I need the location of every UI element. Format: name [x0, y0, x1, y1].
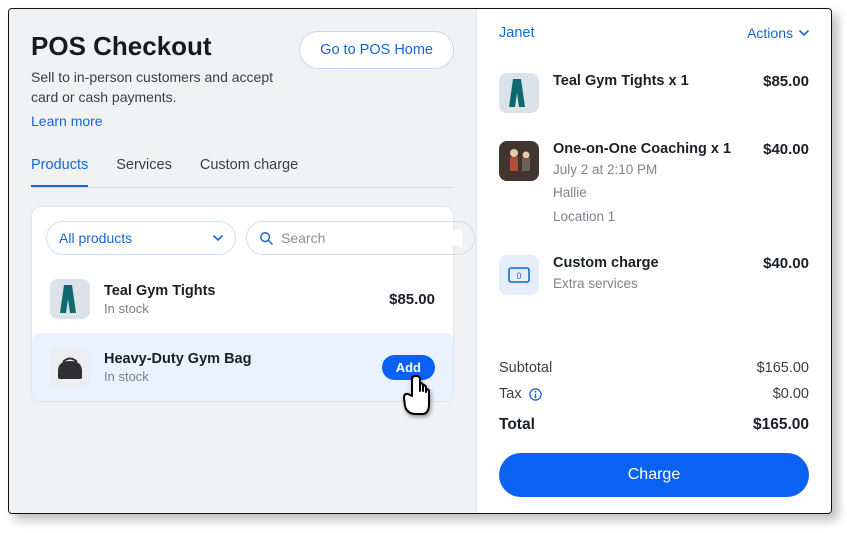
product-name: Heavy-Duty Gym Bag	[104, 351, 251, 367]
learn-more-link[interactable]: Learn more	[31, 113, 103, 129]
total-value: $165.00	[753, 416, 809, 434]
product-stock: In stock	[104, 369, 251, 384]
subtotal-row: Subtotal $165.00	[499, 355, 809, 381]
cart-item-price: $40.00	[763, 141, 809, 227]
cart-item[interactable]: One-on-One Coaching x 1 July 2 at 2:10 P…	[499, 127, 809, 241]
cart-item[interactable]: 0 Custom charge Extra services $40.00	[499, 241, 809, 309]
cart-item-info: Teal Gym Tights x 1	[553, 73, 749, 113]
product-name: Teal Gym Tights	[104, 283, 215, 299]
info-icon[interactable]	[529, 388, 542, 401]
products-panel: All products	[31, 206, 454, 402]
cart-item-thumb: 0	[499, 255, 539, 295]
coaching-image-icon	[499, 141, 539, 181]
left-panel: POS Checkout Sell to in-person customers…	[9, 9, 476, 513]
page-title: POS Checkout	[31, 31, 291, 62]
bag-image-icon	[50, 347, 90, 387]
product-row[interactable]: Teal Gym Tights In stock $85.00	[46, 265, 439, 333]
cart-item-datetime: July 2 at 2:10 PM	[553, 160, 749, 180]
tabs: Products Services Custom charge	[31, 157, 454, 188]
product-filter-label: All products	[59, 230, 132, 246]
cart-item-staff: Hallie	[553, 183, 749, 203]
cart-item[interactable]: Teal Gym Tights x 1 $85.00	[499, 59, 809, 127]
search-icon	[259, 231, 273, 245]
cart-item-price: $85.00	[763, 73, 809, 113]
page-subtitle: Sell to in-person customers and accept c…	[31, 68, 291, 107]
product-info: Heavy-Duty Gym Bag In stock	[104, 351, 251, 384]
product-row[interactable]: Heavy-Duty Gym Bag In stock Add	[32, 333, 453, 401]
filter-row: All products	[46, 221, 439, 255]
tax-row: Tax $0.00	[499, 381, 809, 407]
cart-item-title: Custom charge	[553, 255, 749, 271]
right-panel: Janet Actions Teal Gym Tights x 1 $85.00	[476, 9, 831, 513]
cart-items: Teal Gym Tights x 1 $85.00 One-on-One Co…	[499, 59, 809, 309]
pos-checkout-app: POS Checkout Sell to in-person customers…	[8, 8, 832, 514]
search-input[interactable]	[281, 230, 462, 246]
product-info: Teal Gym Tights In stock	[104, 283, 215, 316]
totals-section: Subtotal $165.00 Tax $0.00 Total $165.00	[499, 345, 809, 497]
subtotal-value: $165.00	[757, 360, 809, 376]
cart-item-note: Extra services	[553, 274, 749, 294]
header-text: POS Checkout Sell to in-person customers…	[31, 31, 291, 131]
custom-charge-icon: 0	[508, 267, 530, 283]
product-stock: In stock	[104, 301, 215, 316]
cart-item-location: Location 1	[553, 207, 749, 227]
add-product-button[interactable]: Add	[382, 355, 435, 380]
go-to-pos-home-button[interactable]: Go to POS Home	[299, 31, 454, 69]
cart-item-title: One-on-One Coaching x 1	[553, 141, 749, 157]
actions-menu[interactable]: Actions	[747, 25, 809, 41]
charge-button[interactable]: Charge	[499, 453, 809, 497]
tab-services[interactable]: Services	[116, 157, 172, 187]
cart-item-thumb	[499, 141, 539, 181]
product-list: Teal Gym Tights In stock $85.00	[46, 265, 439, 401]
cart-item-title: Teal Gym Tights x 1	[553, 73, 749, 89]
chevron-down-icon	[799, 28, 809, 38]
subtotal-label: Subtotal	[499, 360, 552, 376]
tights-image-icon	[499, 73, 539, 113]
total-row: Total $165.00	[499, 411, 809, 439]
customer-row: Janet Actions	[499, 25, 809, 41]
tax-value: $0.00	[773, 386, 809, 402]
tab-products[interactable]: Products	[31, 157, 88, 187]
product-thumb	[50, 347, 90, 387]
total-label: Total	[499, 416, 535, 434]
actions-label: Actions	[747, 25, 793, 41]
tights-image-icon	[50, 279, 90, 319]
cart-item-info: Custom charge Extra services	[553, 255, 749, 295]
product-thumb	[50, 279, 90, 319]
header-row: POS Checkout Sell to in-person customers…	[31, 31, 454, 131]
search-field[interactable]	[246, 221, 475, 255]
tax-label: Tax	[499, 386, 542, 402]
cart-item-thumb	[499, 73, 539, 113]
chevron-down-icon	[213, 233, 223, 243]
product-filter-select[interactable]: All products	[46, 221, 236, 255]
cart-item-price: $40.00	[763, 255, 809, 295]
tab-custom-charge[interactable]: Custom charge	[200, 157, 298, 187]
product-price: $85.00	[389, 291, 435, 308]
customer-name-link[interactable]: Janet	[499, 25, 534, 41]
svg-text:0: 0	[516, 271, 521, 281]
cart-item-info: One-on-One Coaching x 1 July 2 at 2:10 P…	[553, 141, 749, 227]
